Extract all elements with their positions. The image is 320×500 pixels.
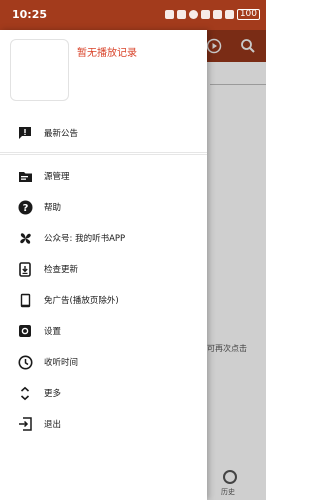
background-tab-label: 历史: [221, 488, 235, 496]
signal-icon: [212, 10, 222, 19]
search-icon: [240, 38, 256, 54]
play-history-title[interactable]: 暂无播放记录: [77, 44, 137, 59]
notification-icon: [200, 10, 210, 19]
wifi-icon: [224, 10, 234, 19]
settings-icon: [16, 322, 34, 340]
phone-icon: [16, 291, 34, 309]
status-bar: 10:25 100: [0, 0, 266, 30]
exit-icon: [16, 415, 34, 433]
menu-item-listening-time[interactable]: 收听时间: [0, 349, 207, 375]
svg-text:?: ?: [22, 203, 28, 214]
menu-item-label: 最新公告: [44, 129, 79, 139]
background-history-tab: 历史: [207, 470, 266, 500]
notification-icon: [188, 10, 198, 19]
book-cover-placeholder[interactable]: [10, 39, 69, 101]
menu-item-exit[interactable]: 退出: [0, 411, 207, 437]
announcement-icon: [16, 124, 34, 142]
menu-item-more[interactable]: 更多: [0, 380, 207, 406]
menu-item-source-management[interactable]: 源管理: [0, 163, 207, 189]
menu-item-label: 源管理: [44, 172, 70, 182]
menu-item-label: 退出: [44, 420, 62, 430]
menu-item-label: 检查更新: [44, 265, 79, 275]
timer-icon: [16, 353, 34, 371]
notification-icon: [176, 10, 186, 19]
menu-item-announcement[interactable]: 最新公告: [0, 120, 207, 146]
menu-item-label: 收听时间: [44, 358, 79, 368]
menu-item-label: 设置: [44, 327, 62, 337]
menu-item-label: 帮助: [44, 203, 62, 213]
background-hint: 可再次点击: [207, 344, 247, 353]
menu-divider: [0, 154, 207, 155]
expand-icon: [16, 384, 34, 402]
menu-item-help[interactable]: ? 帮助: [0, 194, 207, 220]
background-divider: [210, 84, 266, 85]
menu-item-official-account[interactable]: 公众号: 我的听书APP: [0, 225, 207, 251]
menu-item-label: 公众号: 我的听书APP: [44, 234, 126, 244]
play-icon: [206, 38, 222, 54]
menu-item-settings[interactable]: 设置: [0, 318, 207, 344]
menu-item-ad-free[interactable]: 免广告(播放页除外): [0, 287, 207, 313]
menu-item-label: 更多: [44, 389, 62, 399]
help-icon: ?: [16, 198, 34, 216]
history-icon: [223, 470, 237, 484]
notification-icon: [164, 10, 174, 19]
status-time: 10:25: [12, 8, 48, 21]
menu-item-check-update[interactable]: 检查更新: [0, 256, 207, 282]
folder-icon: [16, 167, 34, 185]
navigation-drawer: 暂无播放记录 最新公告 源管理 ? 帮助 公众号: 我的听书APP 检查更新 免…: [0, 30, 207, 500]
pinwheel-icon: [16, 229, 34, 247]
status-icons: 100: [164, 9, 260, 20]
download-update-icon: [16, 260, 34, 278]
menu-item-label: 免广告(播放页除外): [44, 296, 119, 306]
battery-icon: 100: [236, 9, 260, 20]
